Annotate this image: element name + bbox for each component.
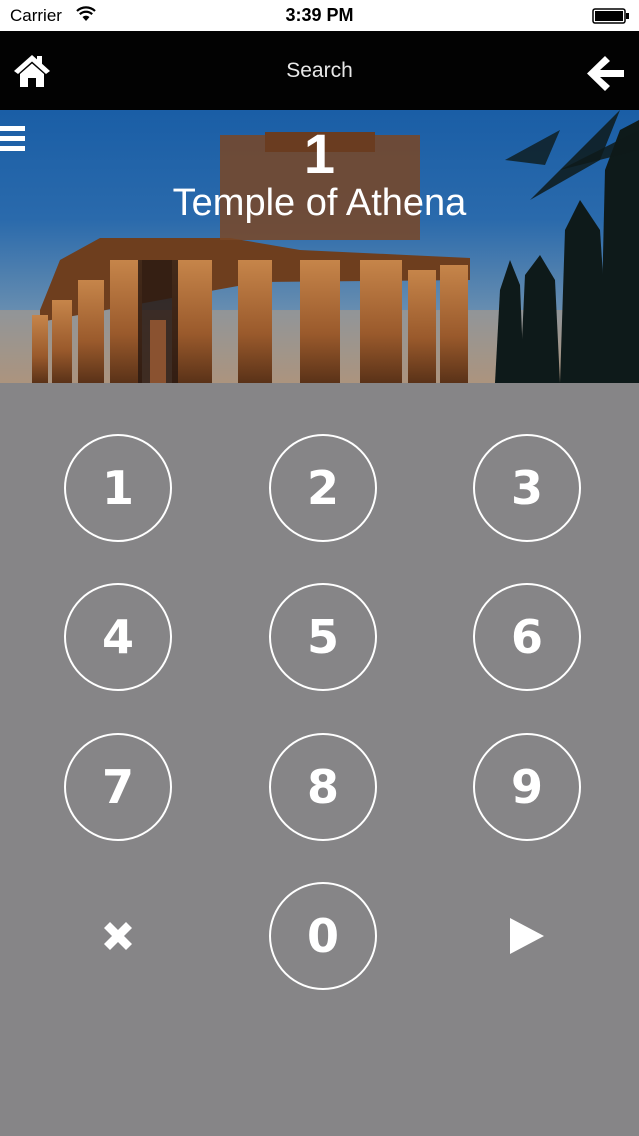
key-3[interactable]: 3	[473, 434, 581, 542]
arrow-left-icon[interactable]	[586, 54, 626, 92]
close-x-icon[interactable]	[64, 882, 172, 990]
key-8[interactable]: 8	[269, 733, 377, 841]
key-7[interactable]: 7	[64, 733, 172, 841]
key-0[interactable]: 0	[269, 882, 377, 990]
nav-title: Search	[286, 59, 353, 82]
hero-number: 1	[303, 122, 336, 185]
hero-banner: 1 Temple of Athena	[0, 110, 639, 383]
key-5[interactable]: 5	[269, 583, 377, 691]
key-4[interactable]: 4	[64, 583, 172, 691]
hero-title: Temple of Athena	[172, 182, 467, 224]
key-1[interactable]: 1	[64, 434, 172, 542]
play-icon[interactable]	[473, 882, 581, 990]
key-9[interactable]: 9	[473, 733, 581, 841]
keypad: 1 2 3 4 5 6 7 8 9 0	[0, 383, 639, 1136]
status-time: 3:39 PM	[285, 5, 354, 25]
key-6[interactable]: 6	[473, 583, 581, 691]
key-2[interactable]: 2	[269, 434, 377, 542]
battery-icon	[592, 8, 629, 24]
status-bar: Carrier 3:39 PM	[0, 0, 639, 31]
nav-bar: Search	[0, 31, 639, 110]
